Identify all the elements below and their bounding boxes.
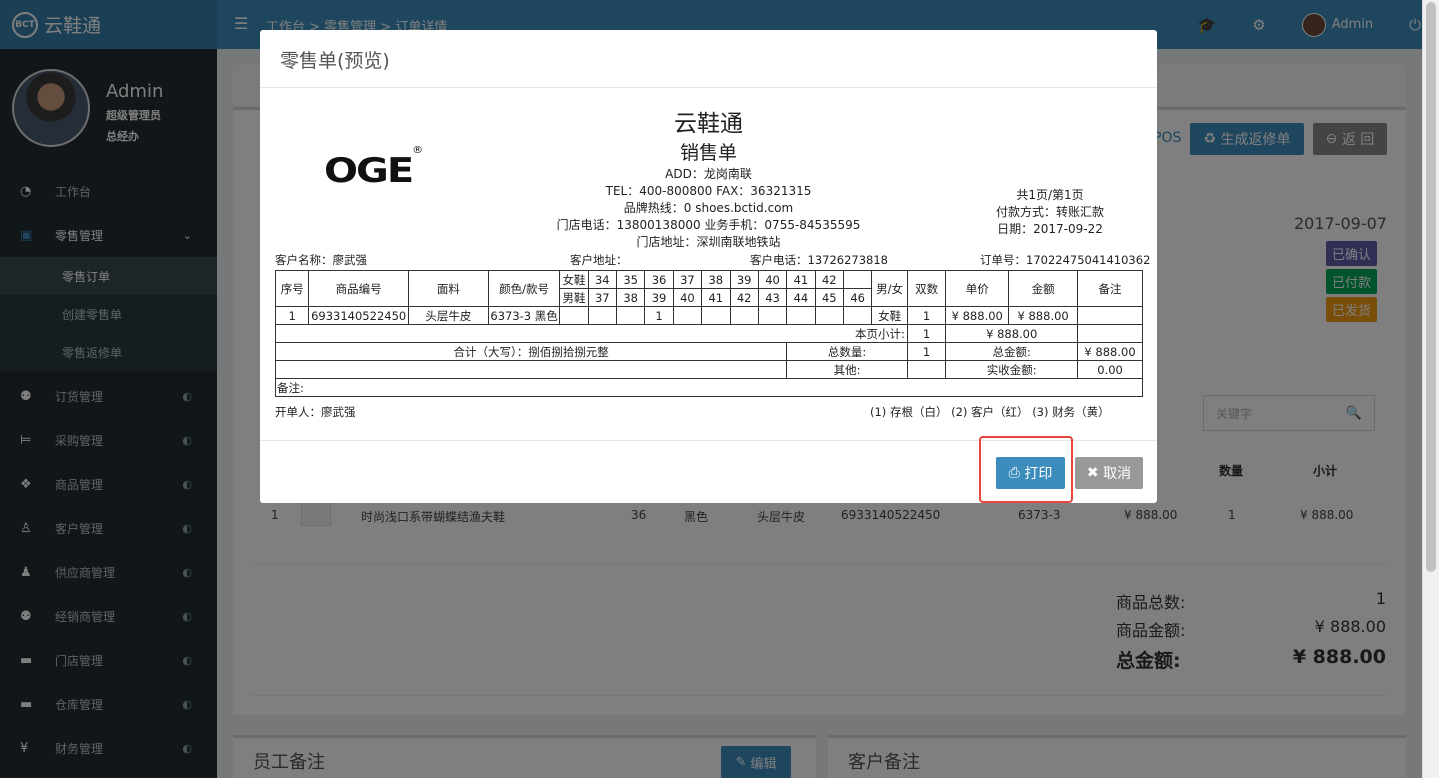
row-size-label	[559, 306, 589, 325]
header-code: 商品编号	[308, 270, 409, 307]
men-size: 45	[814, 288, 845, 307]
order-number: 订单号：17022475041410362	[980, 253, 1151, 267]
received-amount: 0.00	[1077, 360, 1143, 379]
men-size: 46	[842, 288, 873, 307]
row-size-qty	[587, 306, 618, 325]
header-price: 单价	[945, 270, 1010, 307]
women-size: 36	[644, 270, 674, 289]
women-size: 38	[701, 270, 731, 289]
men-size: 40	[672, 288, 703, 307]
women-size: 34	[587, 270, 618, 289]
row-seq: 1	[274, 306, 310, 325]
page-subtotal-pairs: 1	[906, 324, 947, 343]
men-size: 38	[615, 288, 646, 307]
other-blank	[274, 360, 788, 379]
total-row: 合计（大写）：捌佰捌拾捌元整 总数量: 1 总金额: ¥ 888.00	[274, 342, 1143, 361]
sales-slip: OGE® 云鞋通 销售单 ADD：龙岗南联 TEL：400-800800 FAX…	[260, 88, 1157, 440]
row-price: ¥ 888.00	[945, 306, 1010, 325]
cancel-button[interactable]: ✖ 取消	[1075, 457, 1143, 489]
total-qty: 1	[906, 342, 947, 361]
row-color-style: 6373-3 黑色	[487, 306, 561, 325]
row-size-qty	[814, 306, 845, 325]
women-size: 35	[615, 270, 646, 289]
issuer: 开单人：廖武强	[275, 405, 356, 419]
slip-title: 销售单	[679, 142, 737, 164]
table-row: 1 6933140522450 头层牛皮 6373-3 黑色 1 女鞋 1 ¥ …	[274, 306, 1143, 325]
page-subtotal-row: 本页小计: 1 ¥ 888.00	[275, 324, 1143, 343]
total-amount: ¥ 888.00	[1077, 342, 1143, 361]
modal-header: 零售单(预览)	[260, 30, 1157, 88]
header-women: 女鞋	[559, 270, 589, 289]
women-size	[842, 270, 873, 289]
copy-distribution: (1) 存根（白） (2) 客户（红） (3) 财务（黄）	[870, 405, 1110, 419]
remark-label: 备注:	[275, 378, 1143, 397]
page-subtotal-amount: ¥ 888.00	[945, 324, 1079, 343]
print-preview-modal: 零售单(预览) OGE® 云鞋通 销售单 ADD：龙岗南联 TEL：400-80…	[260, 30, 1157, 503]
men-size: 37	[587, 288, 618, 307]
header-men: 男鞋	[559, 288, 589, 307]
row-size-qty	[842, 306, 873, 325]
women-size: 40	[757, 270, 788, 289]
modal-title: 零售单(预览)	[280, 50, 390, 72]
other-value	[906, 360, 947, 379]
header-seq: 序号	[274, 270, 310, 307]
women-size: 39	[729, 270, 759, 289]
row-size-qty	[615, 306, 646, 325]
row-size-qty	[729, 306, 759, 325]
header-remark: 备注	[1077, 270, 1143, 307]
header-material: 面料	[407, 270, 489, 307]
women-size: 41	[786, 270, 816, 289]
men-size: 39	[644, 288, 674, 307]
cancel-label: 取消	[1103, 466, 1132, 482]
page-subtotal-label: 本页小计:	[275, 324, 908, 343]
header-gender: 男/女	[871, 270, 908, 307]
row-material: 头层牛皮	[407, 306, 489, 325]
page-scrollbar[interactable]	[1422, 0, 1439, 778]
slip-date: 日期：2017-09-22	[997, 222, 1103, 236]
row-amount: ¥ 888.00	[1008, 306, 1079, 325]
page-subtotal-remark	[1077, 324, 1143, 343]
other-row: 其他: 实收金额: 0.00	[274, 360, 1143, 379]
row-size-qty	[757, 306, 788, 325]
row-size-qty	[786, 306, 816, 325]
print-button-highlight	[979, 436, 1073, 503]
men-size: 41	[701, 288, 731, 307]
customer-name: 客户名称：廖武强	[275, 253, 367, 267]
slip-table: 序号 商品编号 面料 颜色/款号 女鞋 34 35 36 37 38 39 40…	[274, 270, 1143, 397]
row-size-qty: 1	[644, 306, 674, 325]
total-in-words: 合计（大写）：捌佰捌拾捌元整	[274, 342, 788, 361]
men-size: 43	[757, 288, 788, 307]
page-info: 共1页/第1页	[1016, 188, 1084, 202]
men-size: 42	[729, 288, 759, 307]
total-qty-label: 总数量:	[786, 342, 908, 361]
row-pairs: 1	[906, 306, 947, 325]
total-amount-label: 总金额:	[945, 342, 1079, 361]
header-color-style: 颜色/款号	[487, 270, 561, 307]
row-code: 6933140522450	[308, 306, 409, 325]
customer-phone: 客户电话：13726273818	[750, 253, 888, 267]
header-pairs: 双数	[906, 270, 947, 307]
header-amount: 金额	[1008, 270, 1079, 307]
close-icon: ✖	[1086, 465, 1104, 481]
remark-row: 备注:	[275, 378, 1143, 397]
row-size-qty	[701, 306, 731, 325]
men-size: 44	[786, 288, 816, 307]
company-address: ADD：龙岗南联	[665, 167, 752, 181]
payment-method: 付款方式：转账汇款	[995, 205, 1104, 219]
women-size: 42	[814, 270, 845, 289]
row-gender: 女鞋	[871, 306, 908, 325]
company-name: 云鞋通	[674, 111, 743, 137]
scrollbar-thumb[interactable]	[1426, 2, 1436, 572]
customer-address: 客户地址：	[570, 253, 628, 267]
row-size-qty	[672, 306, 703, 325]
women-size: 37	[672, 270, 703, 289]
row-remark	[1077, 306, 1143, 325]
received-label: 实收金额:	[945, 360, 1079, 379]
other-label: 其他:	[786, 360, 908, 379]
